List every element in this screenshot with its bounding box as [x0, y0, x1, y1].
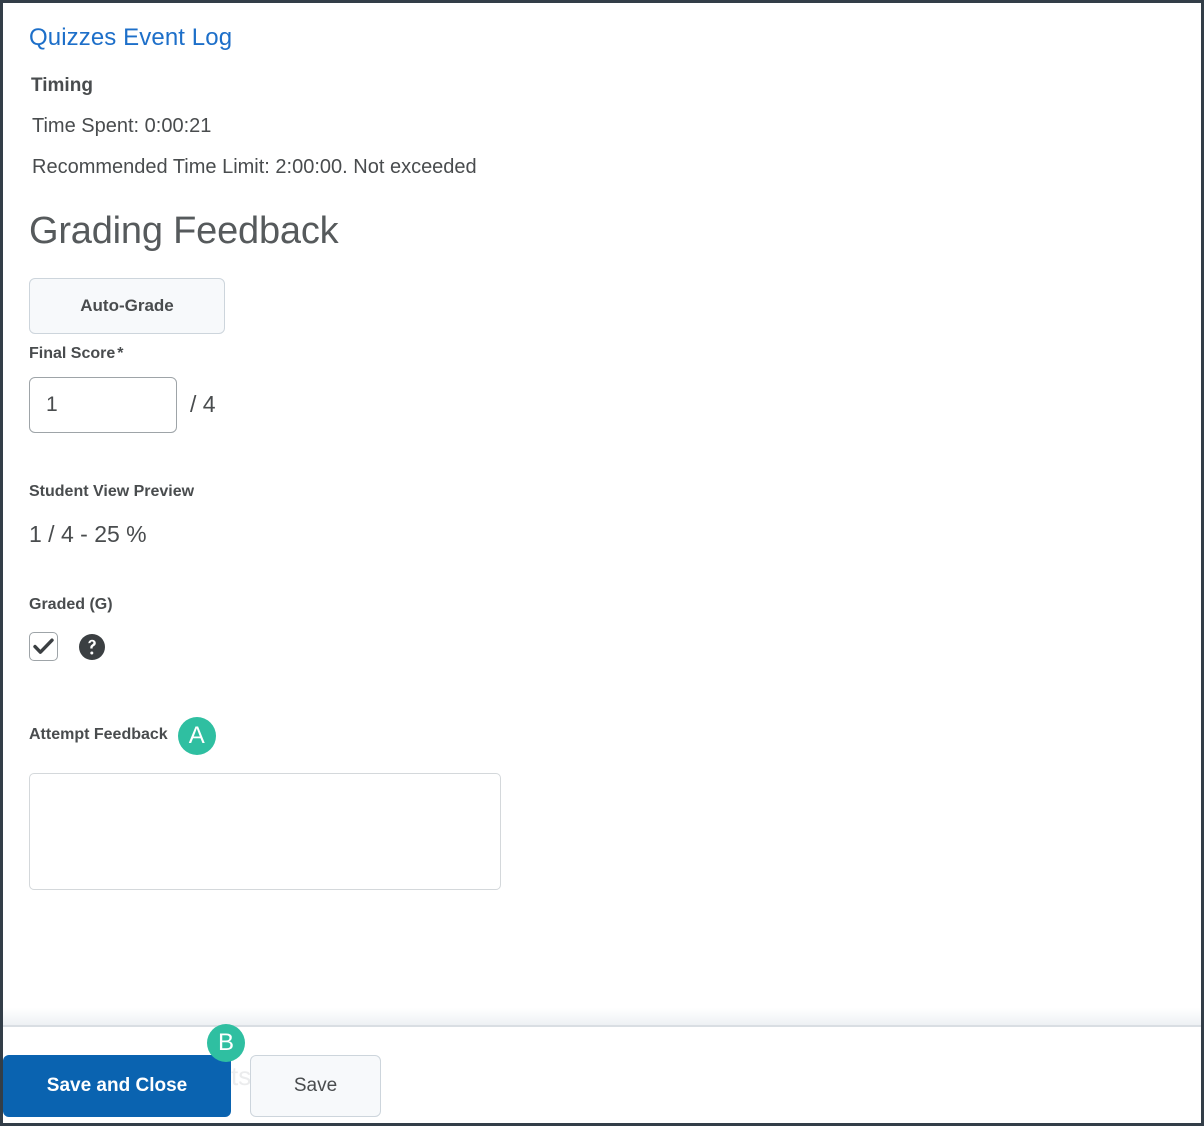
timing-heading: Timing — [31, 75, 93, 97]
callout-badge-b: B — [207, 1024, 245, 1062]
final-score-input[interactable] — [29, 376, 177, 433]
required-marker: * — [117, 344, 124, 362]
quizzes-event-log-link[interactable]: Quizzes Event Log — [29, 24, 232, 51]
student-view-preview-label: Student View Preview — [29, 482, 195, 500]
save-button[interactable]: Save — [250, 1055, 381, 1117]
final-score-label-text: Final Score — [29, 344, 116, 362]
final-score-label: Final Score * — [29, 344, 1175, 365]
time-limit-text: Recommended Time Limit: 2:00:00. Not exc… — [32, 156, 477, 179]
attempt-feedback-textarea[interactable] — [29, 773, 501, 891]
graded-label: Graded (G) — [29, 596, 113, 614]
attempt-feedback-label: Attempt Feedback — [29, 726, 168, 744]
student-view-preview-value: 1 / 4 - 25 % — [29, 520, 147, 547]
quiz-grading-window: Quizzes Event Log Timing Time Spent: 0:0… — [0, 0, 1204, 1126]
content-pane: Quizzes Event Log Timing Time Spent: 0:0… — [3, 3, 1201, 1022]
score-denominator: / 4 — [190, 391, 216, 418]
final-score-row: / 4 — [29, 376, 1175, 433]
graded-checkbox-row — [29, 632, 1175, 662]
save-and-close-button[interactable]: Save and Close — [3, 1055, 231, 1117]
time-spent-text: Time Spent: 0:00:21 — [32, 115, 212, 138]
graded-checkbox[interactable] — [29, 632, 58, 662]
grading-feedback-heading: Grading Feedback — [29, 210, 339, 253]
callout-badge-a: A — [177, 717, 216, 756]
timing-section: Timing Time Spent: 0:00:21 Recommended T… — [29, 75, 1175, 180]
help-circle-icon[interactable] — [79, 633, 105, 660]
attempt-feedback-label-row: Attempt Feedback A — [29, 715, 1175, 756]
checkmark-icon — [33, 638, 54, 655]
auto-grade-button[interactable]: Auto-Grade — [29, 277, 225, 334]
